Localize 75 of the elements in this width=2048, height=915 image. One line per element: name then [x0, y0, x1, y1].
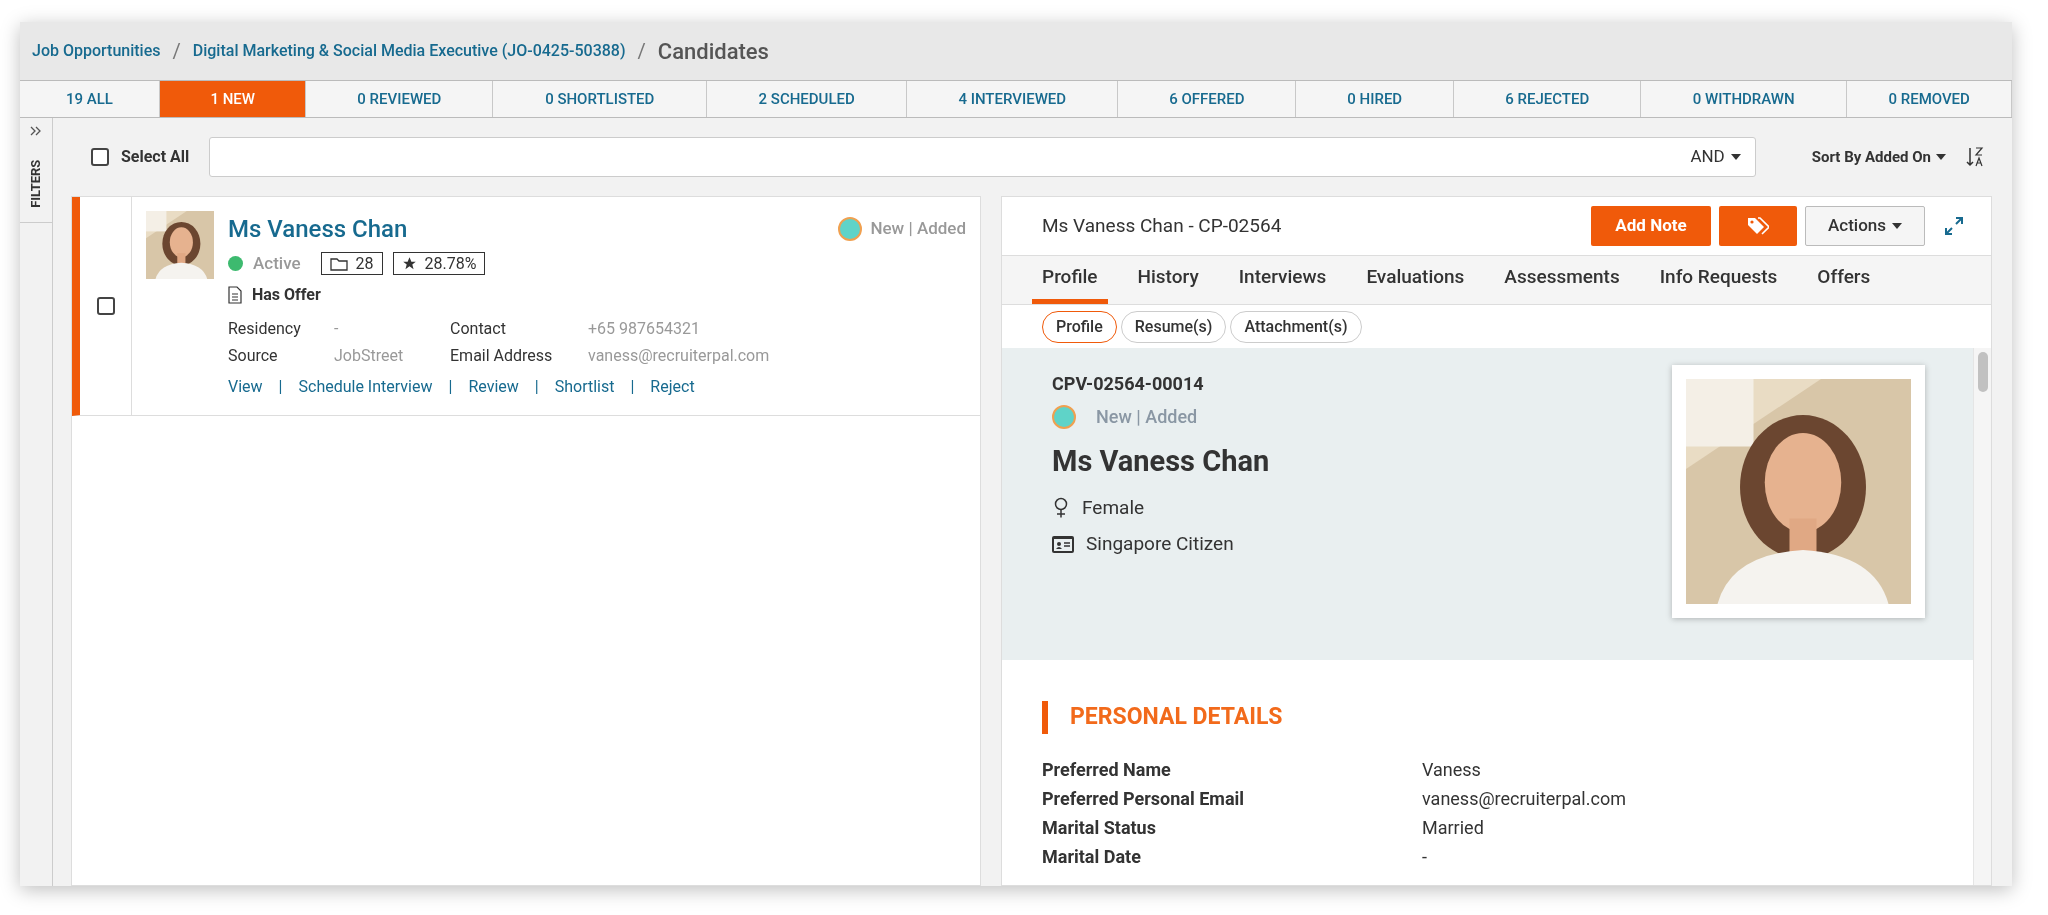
expand-icon[interactable]	[1945, 217, 1963, 235]
checkbox[interactable]	[91, 148, 109, 166]
detail-title: Ms Vaness Chan - CP-02564	[1042, 212, 1283, 239]
actions-dropdown[interactable]: Actions	[1805, 206, 1925, 246]
separator: |	[278, 375, 283, 398]
detail-label: Preferred Name	[1042, 757, 1172, 782]
operator-dropdown[interactable]: AND	[1690, 144, 1741, 170]
status-label: Active	[253, 252, 301, 275]
checkbox[interactable]	[96, 297, 115, 315]
profile-name: Ms Vaness Chan	[1052, 443, 1270, 480]
caret-icon	[1936, 154, 1946, 160]
separator: |	[448, 375, 453, 398]
caret-icon	[1730, 154, 1741, 160]
scrollbar-thumb[interactable]	[1977, 352, 1988, 392]
detail-value: Married	[1422, 815, 1485, 840]
search-field[interactable]: AND	[209, 137, 1756, 177]
page-title: Candidates	[657, 37, 769, 66]
sort-icon[interactable]	[1966, 146, 1984, 168]
detail-tab[interactable]: Offers	[1807, 256, 1881, 304]
filters-tab[interactable]: FILTERS	[26, 159, 46, 208]
folder-count: 28	[320, 252, 383, 276]
detail-tab[interactable]: Interviews	[1228, 256, 1337, 304]
detail-value: -	[1422, 844, 1428, 869]
stage-label: New | Added	[1096, 405, 1198, 429]
status-tab[interactable]: 1 NEW	[160, 81, 307, 117]
breadcrumb-separator: /	[637, 38, 646, 65]
female-icon	[1052, 496, 1070, 519]
section-accent-bar	[1042, 700, 1048, 734]
detail-label: Marital Status	[1042, 815, 1157, 840]
action-link[interactable]: Schedule Interview	[298, 374, 433, 399]
document-icon	[228, 285, 242, 304]
sort-dropdown[interactable]: Sort By Added On	[1811, 145, 1946, 169]
add-note-button[interactable]: Add Note	[1591, 206, 1711, 246]
breadcrumb-link[interactable]: Digital Marketing & Social Media Executive (JO-0425-50388)	[192, 39, 626, 63]
field-label: Contact	[450, 317, 507, 340]
detail-label: Marital Date	[1042, 844, 1142, 869]
select-all-label: Select All	[121, 146, 190, 168]
action-link[interactable]: Reject	[650, 374, 695, 399]
detail-tab[interactable]: Assessments	[1494, 256, 1630, 304]
expand-icon[interactable]	[30, 126, 42, 136]
tags-icon	[1747, 217, 1769, 235]
candidate-name[interactable]: Ms Vaness Chan	[228, 211, 408, 247]
field-value: +65 987654321	[588, 317, 701, 340]
detail-value: Vaness	[1422, 757, 1482, 782]
detail-tab[interactable]: Profile	[1032, 256, 1108, 304]
field-label: Email Address	[450, 344, 554, 367]
id-card-icon	[1052, 535, 1074, 553]
profile-code: CPV-02564-00014	[1052, 372, 1205, 396]
separator: |	[534, 375, 539, 398]
detail-value: vaness@recruiterpal.com	[1422, 786, 1627, 811]
action-link[interactable]: Review	[468, 374, 519, 399]
field-value: vaness@recruiterpal.com	[588, 344, 771, 367]
action-link[interactable]: View	[228, 374, 263, 399]
field-value: -	[334, 317, 340, 340]
breadcrumb-separator: /	[172, 38, 181, 65]
detail-label: Preferred Personal Email	[1042, 786, 1246, 811]
field-value: JobStreet	[334, 344, 405, 367]
field-label: Residency	[228, 317, 302, 340]
field-label: Source	[228, 344, 279, 367]
offer-label: Has Offer	[252, 283, 321, 306]
score-badge: 28.78%	[392, 252, 486, 276]
breadcrumb-link[interactable]: Job Opportunities	[32, 39, 161, 63]
tag-button[interactable]	[1719, 206, 1797, 246]
action-link[interactable]: Shortlist	[554, 374, 615, 399]
folder-icon	[329, 256, 348, 271]
gender-text: Female	[1082, 494, 1145, 521]
section-title: PERSONAL DETAILS	[1070, 702, 1283, 732]
detail-tab[interactable]: Info Requests	[1649, 256, 1788, 304]
detail-tab[interactable]: History	[1127, 256, 1209, 304]
stage-label: New | Added	[870, 217, 966, 241]
caret-icon	[1892, 223, 1902, 229]
separator: |	[630, 375, 635, 398]
status-tab[interactable]: 19 ALL	[20, 81, 160, 117]
detail-tab[interactable]: Evaluations	[1356, 256, 1475, 304]
residency-text: Singapore Citizen	[1086, 531, 1234, 557]
